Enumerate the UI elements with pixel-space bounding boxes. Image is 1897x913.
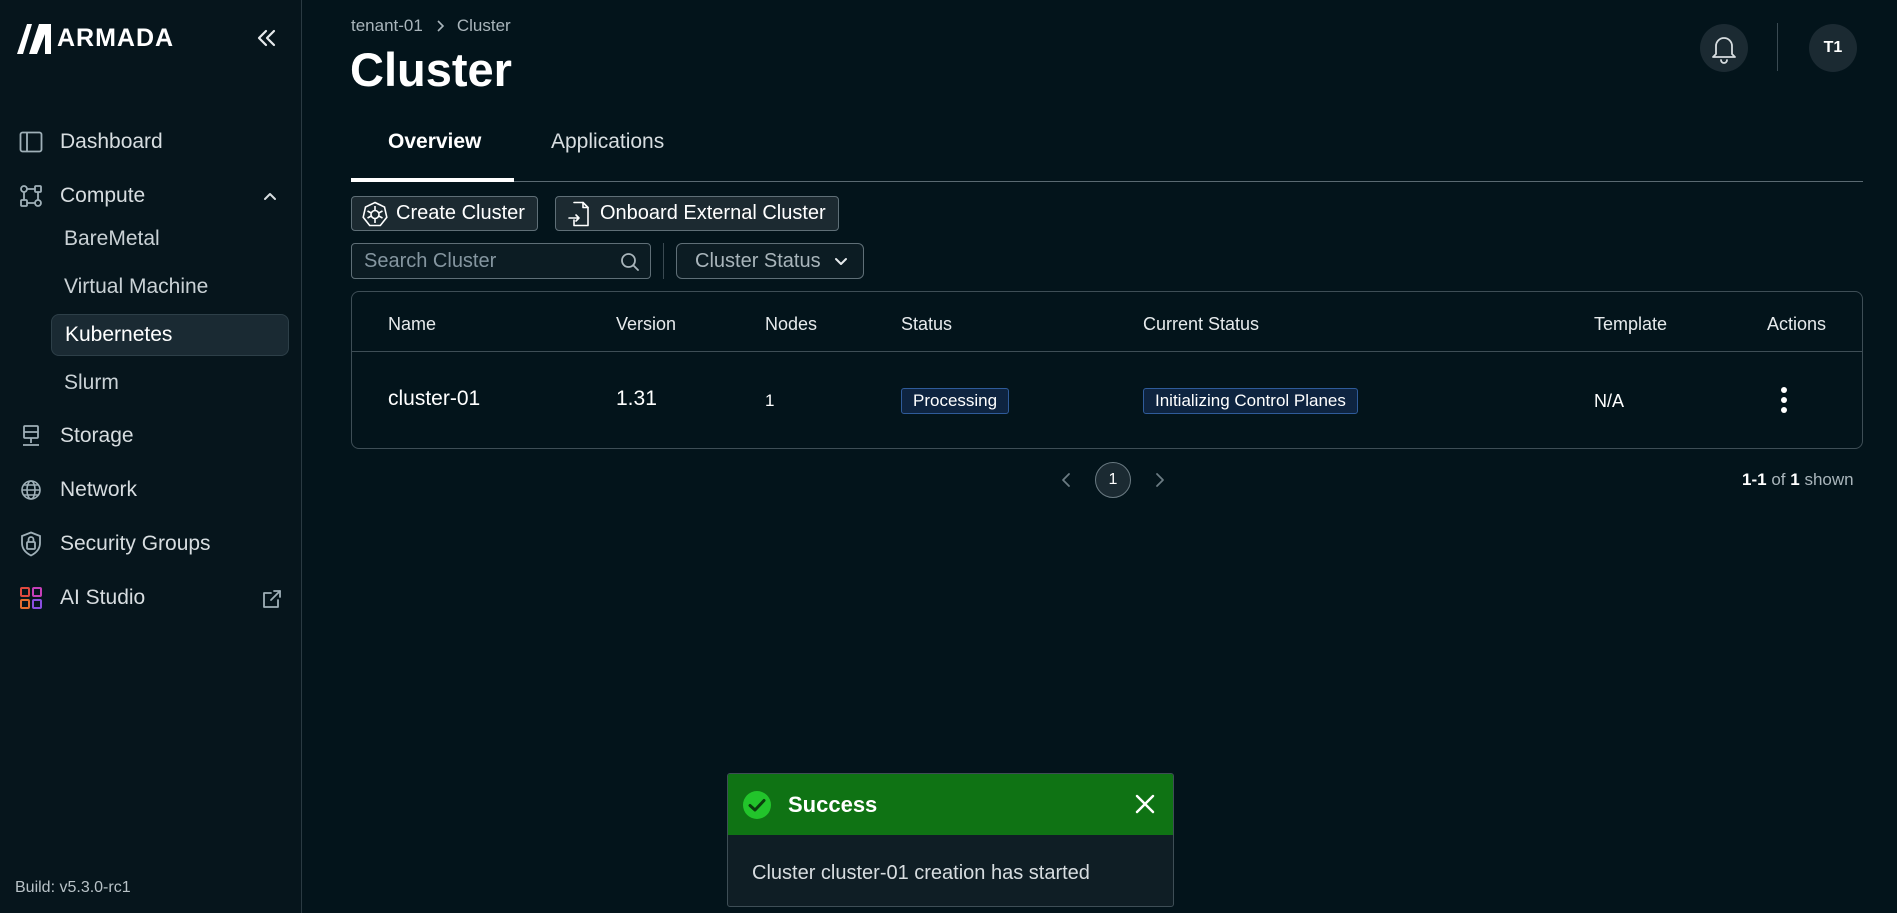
success-toast: Success Cluster cluster-01 creation has … <box>727 773 1174 907</box>
collapse-sidebar-icon[interactable] <box>252 24 280 52</box>
column-header-actions: Actions <box>1767 314 1827 334</box>
column-header-nodes[interactable]: Nodes <box>765 314 817 335</box>
breadcrumb: tenant-01 Cluster <box>351 16 511 36</box>
external-link-icon[interactable] <box>261 588 283 610</box>
status-badge: Processing <box>901 388 1010 414</box>
breadcrumb-tenant[interactable]: tenant-01 <box>351 16 423 36</box>
file-import-icon <box>568 201 589 226</box>
panel-left-icon <box>18 129 44 155</box>
sidebar-item-dashboard[interactable]: Dashboard <box>18 124 163 160</box>
tab-bar: Overview Applications <box>351 120 1863 182</box>
prev-page-icon[interactable] <box>1058 471 1076 489</box>
current-status-badge: Initializing Control Planes <box>1143 388 1358 414</box>
results-count: 1-1 of 1 shown <box>1742 470 1854 490</box>
check-circle-icon <box>743 790 771 819</box>
brand-name: ARMADA <box>57 23 175 52</box>
results-of-label: of <box>1771 470 1786 489</box>
sidebar-item-security-groups[interactable]: Security Groups <box>18 526 211 562</box>
results-total: 1 <box>1790 470 1800 489</box>
pagination: 1 <box>1058 462 1168 498</box>
sidebar-item-label: Network <box>60 478 138 501</box>
table-header: Name Version Nodes Status Current Status… <box>352 292 1862 352</box>
sidebar-item-label: Virtual Machine <box>64 275 209 298</box>
column-header-template[interactable]: Template <box>1594 314 1667 335</box>
active-tab-indicator <box>351 178 514 182</box>
chevron-down-icon <box>835 258 847 265</box>
cell-name[interactable]: cluster-01 <box>388 387 480 411</box>
sidebar-item-label: Compute <box>60 184 146 207</box>
header-divider <box>1777 23 1778 71</box>
toast-message: Cluster cluster-01 creation has started <box>752 862 1090 884</box>
column-header-current-status[interactable]: Current Status <box>1143 314 1259 335</box>
sidebar-item-label: AI Studio <box>60 586 146 609</box>
search-box <box>351 243 651 279</box>
toast-title: Success <box>788 791 878 817</box>
sidebar-item-label: Dashboard <box>60 130 163 153</box>
sidebar-item-label: Security Groups <box>60 532 211 555</box>
cell-template: N/A <box>1594 391 1625 411</box>
tab-overview[interactable]: Overview <box>388 130 481 154</box>
results-shown-label: shown <box>1804 470 1854 489</box>
search-icon[interactable] <box>620 252 640 272</box>
avatar[interactable]: T1 <box>1809 24 1857 72</box>
sidebar-item-label: BareMetal <box>64 227 160 250</box>
sidebar-item-compute[interactable]: Compute <box>18 178 145 214</box>
cluster-status-filter[interactable]: Cluster Status <box>676 243 864 279</box>
tab-applications[interactable]: Applications <box>551 130 664 154</box>
results-range: 1-1 <box>1742 470 1767 489</box>
sidebar-item-slurm[interactable]: Slurm <box>51 362 289 404</box>
kubernetes-icon <box>362 201 388 226</box>
storage-icon <box>18 423 44 449</box>
compute-nodes-icon <box>18 183 44 209</box>
page-number-button[interactable]: 1 <box>1095 462 1131 498</box>
toast-header: Success <box>728 774 1173 835</box>
sidebar-item-label: Kubernetes <box>65 323 173 346</box>
toolbar-divider <box>663 243 664 279</box>
brand-logo[interactable]: ARMADA <box>15 20 174 56</box>
armada-logo-icon <box>17 24 51 54</box>
next-page-icon[interactable] <box>1150 471 1168 489</box>
column-header-name[interactable]: Name <box>388 314 436 335</box>
cluster-status-filter-label: Cluster Status <box>695 249 821 272</box>
search-input[interactable] <box>364 249 614 273</box>
notifications-button[interactable] <box>1700 24 1748 72</box>
sidebar-item-kubernetes[interactable]: Kubernetes <box>51 314 289 356</box>
grid-apps-icon <box>18 585 44 611</box>
sidebar-item-label: Storage <box>60 424 134 447</box>
column-header-status[interactable]: Status <box>901 314 952 335</box>
onboard-external-cluster-button[interactable]: Onboard External Cluster <box>555 196 839 231</box>
create-cluster-button[interactable]: Create Cluster <box>351 196 538 231</box>
sidebar: ARMADA Dashboard Compute BareMetal Virtu… <box>0 0 302 913</box>
column-header-version[interactable]: Version <box>616 314 676 335</box>
sidebar-item-storage[interactable]: Storage <box>18 418 134 454</box>
row-actions-kebab-icon[interactable] <box>1778 387 1790 419</box>
page-title: Cluster <box>350 43 512 96</box>
clusters-table: Name Version Nodes Status Current Status… <box>351 291 1863 449</box>
chevron-up-icon[interactable] <box>261 187 279 205</box>
breadcrumb-cluster: Cluster <box>456 16 511 35</box>
bell-icon <box>1712 37 1736 64</box>
build-version: Build: v5.3.0-rc1 <box>15 879 131 896</box>
cell-version: 1.31 <box>616 387 657 410</box>
sidebar-item-network[interactable]: Network <box>18 472 137 508</box>
globe-icon <box>18 477 44 503</box>
cell-nodes: 1 <box>765 391 775 410</box>
create-cluster-label: Create Cluster <box>396 202 525 224</box>
close-icon[interactable] <box>1133 792 1157 816</box>
sidebar-item-ai-studio[interactable]: AI Studio <box>18 580 145 616</box>
sidebar-item-virtual-machine[interactable]: Virtual Machine <box>51 266 289 308</box>
sidebar-item-baremetal[interactable]: BareMetal <box>51 218 289 260</box>
chevron-right-icon <box>437 20 444 32</box>
onboard-cluster-label: Onboard External Cluster <box>600 202 826 224</box>
shield-lock-icon <box>18 531 44 557</box>
sidebar-item-label: Slurm <box>64 371 119 394</box>
